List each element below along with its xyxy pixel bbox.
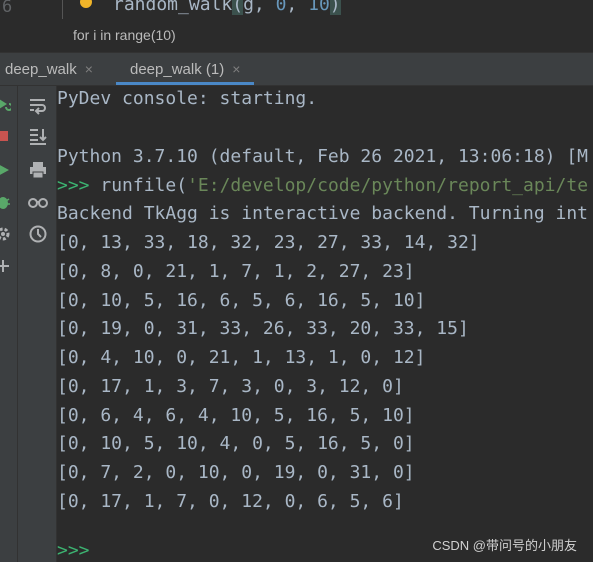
console-line: [0, 10, 5, 10, 4, 0, 5, 16, 5, 0]: [57, 433, 415, 454]
breadcrumb[interactable]: for i in range(10): [73, 27, 176, 43]
code-function: random_walk: [113, 0, 233, 15]
rerun-icon[interactable]: [0, 96, 13, 112]
console-line: [0, 4, 10, 0, 21, 1, 13, 1, 0, 12]: [57, 347, 426, 368]
tab-deep-walk[interactable]: deep_walk ×: [5, 53, 93, 85]
console-input-prompt[interactable]: >>>: [57, 540, 90, 561]
runfile-call: runfile(: [100, 175, 188, 196]
console-line: [0, 8, 0, 21, 1, 7, 1, 2, 27, 23]: [57, 261, 415, 282]
settings-icon[interactable]: [0, 226, 11, 242]
console-line: [0, 19, 0, 31, 33, 26, 33, 20, 33, 15]: [57, 318, 469, 339]
console-line: Python 3.7.10 (default, Feb 26 2021, 13:…: [57, 146, 589, 167]
console-line: [0, 7, 2, 0, 10, 0, 19, 0, 31, 0]: [57, 462, 415, 483]
console-prompt: >>>: [57, 175, 90, 196]
code-paren-close: ): [329, 0, 341, 15]
line-number: 6: [2, 0, 13, 17]
print-icon[interactable]: [28, 160, 48, 180]
watermark: CSDN @带问号的小朋友: [432, 538, 577, 553]
console-line: [0, 10, 5, 16, 6, 5, 6, 16, 5, 10]: [57, 290, 426, 311]
console-toolbar: [18, 86, 57, 562]
code-number: 0: [275, 0, 287, 15]
stop-icon[interactable]: [0, 128, 11, 144]
console-tab-bar: deep_walk × deep_walk (1) ×: [0, 53, 593, 86]
console-line: >>> runfile('E:/develop/code/python/repo…: [57, 175, 588, 197]
code-line[interactable]: random_walk(g, 0, 10): [113, 0, 341, 15]
soft-wrap-icon[interactable]: [28, 96, 48, 116]
tab-label: deep_walk (1): [130, 60, 225, 78]
console-line: Backend TkAgg is interactive backend. Tu…: [57, 203, 589, 224]
code-number: 10: [308, 0, 330, 15]
debug-icon[interactable]: [0, 194, 11, 210]
console-output[interactable]: PyDev console: starting. Python 3.7.10 (…: [57, 86, 593, 562]
show-variables-icon[interactable]: [28, 192, 48, 212]
editor-area[interactable]: 6 random_walk(g, 0, 10): [0, 0, 593, 19]
history-icon[interactable]: [28, 224, 48, 244]
code-arg: g,: [243, 0, 276, 15]
tab-label: deep_walk: [5, 60, 77, 78]
scroll-to-end-icon[interactable]: [28, 126, 48, 146]
runfile-path: 'E:/develop/code/python/report_api/te: [187, 175, 589, 196]
tab-deep-walk-1[interactable]: deep_walk (1) ×: [116, 53, 255, 85]
plus-icon[interactable]: [0, 258, 11, 274]
console-line: PyDev console: starting.: [57, 88, 318, 109]
gutter-divider: [62, 0, 63, 19]
code-sep: ,: [286, 0, 309, 15]
active-tab-indicator: [116, 82, 255, 85]
code-paren-open: (: [232, 0, 244, 15]
breadcrumb-bar: for i in range(10): [0, 19, 593, 53]
console-line: [0, 6, 4, 6, 4, 10, 5, 16, 5, 10]: [57, 405, 415, 426]
run-toolbar: [0, 86, 18, 562]
run-icon[interactable]: [0, 162, 11, 178]
console-line: [0, 17, 1, 7, 0, 12, 0, 6, 5, 6]: [57, 491, 404, 512]
close-icon[interactable]: ×: [232, 61, 240, 77]
console-line: [0, 17, 1, 3, 7, 3, 0, 3, 12, 0]: [57, 376, 404, 397]
close-icon[interactable]: ×: [85, 61, 93, 77]
console-line: [0, 13, 33, 18, 32, 23, 27, 33, 14, 32]: [57, 232, 480, 253]
lightbulb-icon[interactable]: [80, 0, 92, 8]
